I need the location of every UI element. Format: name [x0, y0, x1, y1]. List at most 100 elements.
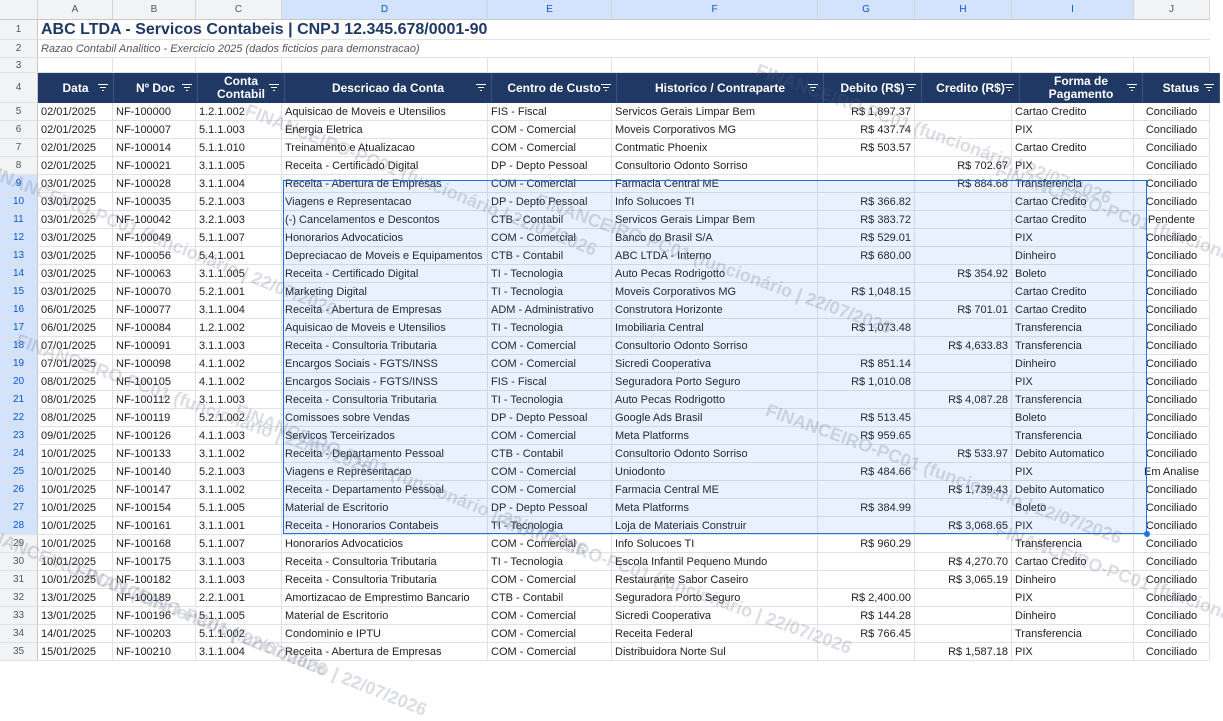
- cell-d18[interactable]: Receita - Consultoria Tributaria: [282, 337, 488, 355]
- cell-a6[interactable]: 02/01/2025: [38, 121, 113, 139]
- cell-i34[interactable]: Transferencia: [1012, 625, 1134, 643]
- empty-cell[interactable]: [113, 58, 196, 73]
- cell-c16[interactable]: 3.1.1.004: [196, 301, 282, 319]
- cell-c26[interactable]: 3.1.1.002: [196, 481, 282, 499]
- cell-j7[interactable]: Conciliado: [1134, 139, 1210, 157]
- header-5[interactable]: Historico / Contraparte: [617, 73, 824, 103]
- cell-a26[interactable]: 10/01/2025: [38, 481, 113, 499]
- cell-h11[interactable]: [915, 211, 1012, 229]
- cell-c13[interactable]: 5.4.1.001: [196, 247, 282, 265]
- cell-g34[interactable]: R$ 766.45: [818, 625, 915, 643]
- cell-a29[interactable]: 10/01/2025: [38, 535, 113, 553]
- cell-b20[interactable]: NF-100105: [113, 373, 196, 391]
- cell-f13[interactable]: ABC LTDA - Interno: [612, 247, 818, 265]
- cell-d28[interactable]: Receita - Honorarios Contabeis: [282, 517, 488, 535]
- cell-i12[interactable]: PIX: [1012, 229, 1134, 247]
- cell-j13[interactable]: Conciliado: [1134, 247, 1210, 265]
- cell-i11[interactable]: Cartao Credito: [1012, 211, 1134, 229]
- cell-c27[interactable]: 5.1.1.005: [196, 499, 282, 517]
- cell-d34[interactable]: Condominio e IPTU: [282, 625, 488, 643]
- cell-e14[interactable]: TI - Tecnologia: [488, 265, 612, 283]
- cell-e31[interactable]: COM - Comercial: [488, 571, 612, 589]
- row-number[interactable]: 28: [0, 517, 38, 535]
- cell-i35[interactable]: PIX: [1012, 643, 1134, 661]
- cell-c22[interactable]: 5.2.1.002: [196, 409, 282, 427]
- cell-d15[interactable]: Marketing Digital: [282, 283, 488, 301]
- cell-h6[interactable]: [915, 121, 1012, 139]
- cell-d22[interactable]: Comissoes sobre Vendas: [282, 409, 488, 427]
- cell-e32[interactable]: CTB - Contabil: [488, 589, 612, 607]
- cell-f16[interactable]: Construtora Horizonte: [612, 301, 818, 319]
- cell-a17[interactable]: 06/01/2025: [38, 319, 113, 337]
- cell-f11[interactable]: Servicos Gerais Limpar Bem: [612, 211, 818, 229]
- cell-e18[interactable]: COM - Comercial: [488, 337, 612, 355]
- row-number[interactable]: 34: [0, 625, 38, 643]
- cell-g21[interactable]: [818, 391, 915, 409]
- cell-d24[interactable]: Receita - Departamento Pessoal: [282, 445, 488, 463]
- filter-icon[interactable]: [906, 84, 916, 92]
- cell-a5[interactable]: 02/01/2025: [38, 103, 113, 121]
- row-number[interactable]: 4: [0, 73, 38, 103]
- filter-icon[interactable]: [1004, 84, 1014, 92]
- cell-h12[interactable]: [915, 229, 1012, 247]
- cell-i33[interactable]: Dinheiro: [1012, 607, 1134, 625]
- cell-a16[interactable]: 06/01/2025: [38, 301, 113, 319]
- cell-g25[interactable]: R$ 484.66: [818, 463, 915, 481]
- cell-c30[interactable]: 3.1.1.003: [196, 553, 282, 571]
- select-all-corner[interactable]: [0, 0, 38, 20]
- row-number[interactable]: 15: [0, 283, 38, 301]
- cell-g35[interactable]: [818, 643, 915, 661]
- row-number[interactable]: 26: [0, 481, 38, 499]
- cell-i14[interactable]: Boleto: [1012, 265, 1134, 283]
- cell-j31[interactable]: Conciliado: [1134, 571, 1210, 589]
- row-number[interactable]: 30: [0, 553, 38, 571]
- cell-f29[interactable]: Info Solucoes TI: [612, 535, 818, 553]
- cell-j24[interactable]: Conciliado: [1134, 445, 1210, 463]
- cell-a21[interactable]: 08/01/2025: [38, 391, 113, 409]
- cell-h32[interactable]: [915, 589, 1012, 607]
- cell-f27[interactable]: Meta Platforms: [612, 499, 818, 517]
- cell-c32[interactable]: 2.2.1.001: [196, 589, 282, 607]
- cell-g7[interactable]: R$ 503.57: [818, 139, 915, 157]
- cell-a28[interactable]: 10/01/2025: [38, 517, 113, 535]
- cell-f7[interactable]: Contmatic Phoenix: [612, 139, 818, 157]
- cell-j30[interactable]: Conciliado: [1134, 553, 1210, 571]
- cell-e5[interactable]: FIS - Fiscal: [488, 103, 612, 121]
- row-number[interactable]: 20: [0, 373, 38, 391]
- header-8[interactable]: Forma de Pagamento: [1020, 73, 1143, 103]
- cell-g27[interactable]: R$ 384.99: [818, 499, 915, 517]
- cell-d16[interactable]: Receita - Abertura de Empresas: [282, 301, 488, 319]
- row-number[interactable]: 13: [0, 247, 38, 265]
- cell-a22[interactable]: 08/01/2025: [38, 409, 113, 427]
- cell-f21[interactable]: Auto Pecas Rodrigotto: [612, 391, 818, 409]
- cell-a25[interactable]: 10/01/2025: [38, 463, 113, 481]
- cell-b25[interactable]: NF-100140: [113, 463, 196, 481]
- cell-j33[interactable]: Conciliado: [1134, 607, 1210, 625]
- cell-f23[interactable]: Meta Platforms: [612, 427, 818, 445]
- cell-j32[interactable]: Conciliado: [1134, 589, 1210, 607]
- cell-j6[interactable]: Conciliado: [1134, 121, 1210, 139]
- cell-b33[interactable]: NF-100196: [113, 607, 196, 625]
- cell-i22[interactable]: Boleto: [1012, 409, 1134, 427]
- cell-b34[interactable]: NF-100203: [113, 625, 196, 643]
- cell-h20[interactable]: [915, 373, 1012, 391]
- cell-b6[interactable]: NF-100007: [113, 121, 196, 139]
- cell-a15[interactable]: 03/01/2025: [38, 283, 113, 301]
- cell-h13[interactable]: [915, 247, 1012, 265]
- cell-c6[interactable]: 5.1.1.003: [196, 121, 282, 139]
- cell-f33[interactable]: Sicredi Cooperativa: [612, 607, 818, 625]
- cell-g13[interactable]: R$ 680.00: [818, 247, 915, 265]
- cell-i29[interactable]: Transferencia: [1012, 535, 1134, 553]
- cell-e33[interactable]: COM - Comercial: [488, 607, 612, 625]
- cell-g15[interactable]: R$ 1,048.15: [818, 283, 915, 301]
- cell-i20[interactable]: PIX: [1012, 373, 1134, 391]
- cell-c18[interactable]: 3.1.1.003: [196, 337, 282, 355]
- row-number[interactable]: 29: [0, 535, 38, 553]
- cell-b26[interactable]: NF-100147: [113, 481, 196, 499]
- header-6[interactable]: Debito (R$): [824, 73, 922, 103]
- cell-b22[interactable]: NF-100119: [113, 409, 196, 427]
- cell-h7[interactable]: [915, 139, 1012, 157]
- cell-h21[interactable]: R$ 4,087.28: [915, 391, 1012, 409]
- cell-g33[interactable]: R$ 144.28: [818, 607, 915, 625]
- row-number[interactable]: 2: [0, 40, 38, 58]
